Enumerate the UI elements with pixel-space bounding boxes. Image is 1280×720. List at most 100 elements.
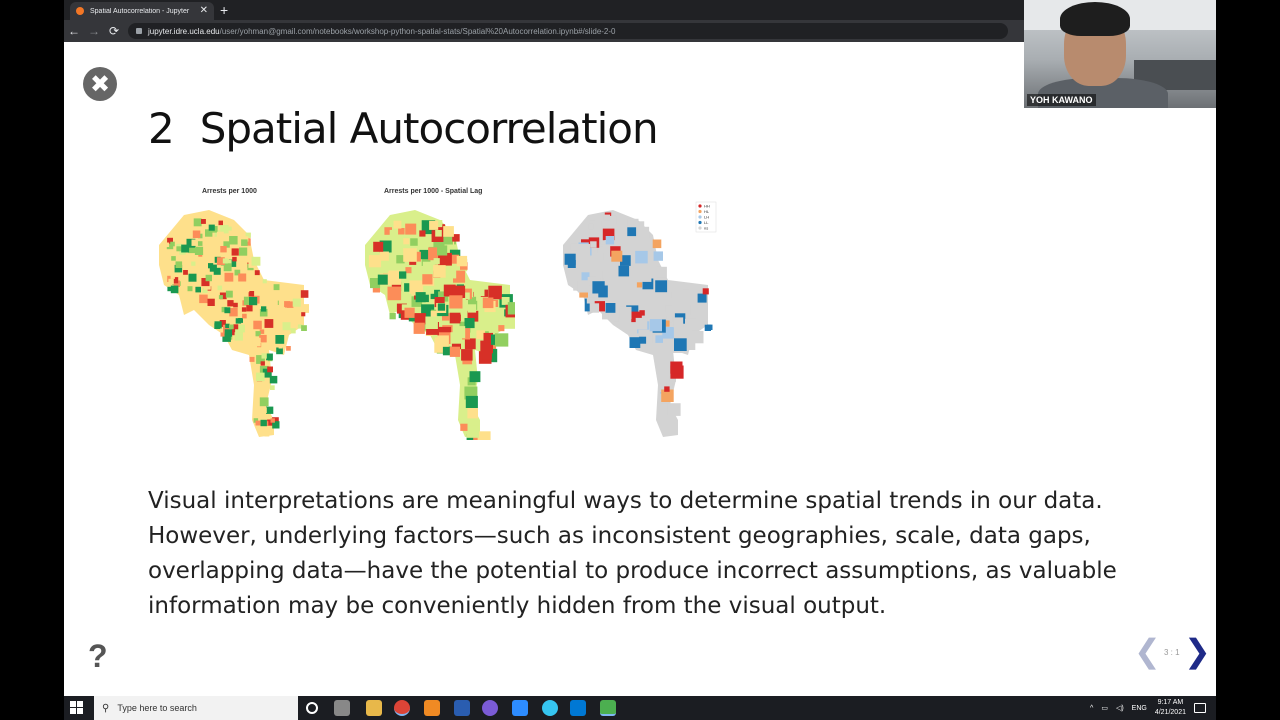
zoom-icon[interactable] xyxy=(512,700,528,716)
lisa-cell xyxy=(637,226,650,239)
map-cell xyxy=(168,278,174,285)
task-view-icon[interactable] xyxy=(334,700,350,716)
lisa-cell xyxy=(667,403,681,416)
cortana-icon[interactable] xyxy=(306,702,318,714)
tray-chevron-icon[interactable]: ^ xyxy=(1090,705,1093,712)
map-title-arrests: Arrests per 1000 xyxy=(202,188,257,195)
sublime-text-icon[interactable] xyxy=(424,700,440,716)
map-cell xyxy=(470,373,479,382)
map-cell xyxy=(208,224,215,231)
lisa-cell xyxy=(664,386,670,392)
prev-slide-button[interactable]: ❮ xyxy=(1134,632,1161,670)
obs-icon[interactable] xyxy=(482,700,498,716)
map-title-spatial-lag: Arrests per 1000 - Spatial Lag xyxy=(384,188,483,195)
map-cell xyxy=(224,272,234,282)
map-cell xyxy=(223,263,232,272)
map-cell xyxy=(242,313,247,319)
map-cell xyxy=(377,274,388,285)
map-cell xyxy=(241,283,250,293)
volume-icon[interactable]: ◁) xyxy=(1116,704,1124,712)
map-cell xyxy=(270,418,275,423)
map-cell xyxy=(405,223,417,235)
map-cell xyxy=(413,322,425,334)
lisa-cell xyxy=(618,265,630,277)
map-cell xyxy=(231,248,239,256)
lisa-cell xyxy=(652,239,662,249)
map-cell xyxy=(176,246,182,252)
close-tab-icon[interactable]: ✕ xyxy=(200,6,208,16)
map-cell xyxy=(460,423,468,431)
map-cell xyxy=(449,346,460,357)
map-cell xyxy=(251,256,261,266)
search-icon: ⚲ xyxy=(102,702,110,714)
terminal-icon[interactable] xyxy=(600,700,616,716)
map-cell xyxy=(175,261,183,268)
map-cell xyxy=(181,244,190,253)
map-cell xyxy=(433,265,446,278)
map-cell xyxy=(249,356,255,362)
map-cell xyxy=(235,318,242,324)
help-icon[interactable]: ? xyxy=(88,638,108,675)
windows-start-icon[interactable] xyxy=(70,701,84,715)
network-icon[interactable]: ▭ xyxy=(1101,704,1108,712)
map-cell xyxy=(214,321,222,329)
lisa-cell xyxy=(659,367,666,374)
windows-taskbar: ⚲ Type here to search ^ ▭ ◁) ENG 9:17 AM… xyxy=(64,696,1216,720)
system-tray: ^ ▭ ◁) ENG 9:17 AM 4/21/2021 xyxy=(1090,696,1206,720)
map-cell xyxy=(495,333,509,347)
map-cell xyxy=(269,375,278,384)
back-button[interactable]: ← xyxy=(64,24,84,38)
map-cell xyxy=(454,314,461,322)
input-language[interactable]: ENG xyxy=(1132,705,1147,712)
map-cell xyxy=(429,220,439,230)
map-cell xyxy=(220,332,225,337)
map-cell xyxy=(201,219,206,224)
slide-title: 2 Spatial Autocorrelation xyxy=(148,104,659,153)
map-cell xyxy=(253,320,262,330)
slide-title-text: Spatial Autocorrelation xyxy=(199,104,659,153)
map-cell xyxy=(182,275,187,280)
map-cell xyxy=(246,305,253,312)
browser-tab[interactable]: Spatial Autocorrelation - Jupyter ✕ xyxy=(70,2,214,20)
map-cell xyxy=(276,347,283,355)
map-cell xyxy=(443,226,454,237)
map-cell xyxy=(195,286,201,293)
slack-icon[interactable] xyxy=(542,700,558,716)
map-cell xyxy=(437,245,448,256)
lisa-cell xyxy=(655,335,663,343)
map-cell xyxy=(302,304,309,313)
lisa-cell xyxy=(682,282,690,290)
map-cell xyxy=(393,220,402,229)
lisa-legend: HHHLLHLLns xyxy=(695,201,717,233)
notifications-icon[interactable] xyxy=(1194,703,1206,713)
forward-button[interactable]: → xyxy=(84,24,104,38)
map-cell xyxy=(300,290,309,298)
map-cell xyxy=(503,316,515,329)
map-cell xyxy=(273,284,280,291)
chrome-icon[interactable] xyxy=(394,700,410,716)
lisa-cell xyxy=(603,214,610,221)
presenter-hair xyxy=(1060,2,1130,36)
reload-button[interactable]: ⟳ xyxy=(104,24,124,38)
clock-time: 9:17 AM xyxy=(1157,699,1184,706)
map-cell xyxy=(259,397,269,407)
map-cell xyxy=(398,228,405,235)
map-cell xyxy=(284,303,289,308)
map-cell xyxy=(466,425,480,438)
map-cell xyxy=(193,218,202,227)
file-explorer-icon[interactable] xyxy=(366,700,382,716)
url-bar[interactable]: jupyter.idre.ucla.edu /user/yohman@gmail… xyxy=(128,23,1008,39)
map-cell xyxy=(456,255,468,267)
taskbar-search-box[interactable]: ⚲ Type here to search xyxy=(94,696,298,720)
next-slide-button[interactable]: ❯ xyxy=(1184,632,1211,670)
close-slideshow-button[interactable]: ✖ xyxy=(83,67,117,101)
map-cell xyxy=(227,226,232,231)
legend-swatch-ns xyxy=(698,226,702,230)
new-tab-button[interactable]: + xyxy=(220,2,228,18)
clock[interactable]: 9:17 AM 4/21/2021 xyxy=(1155,698,1186,718)
legend-label-ns: ns xyxy=(704,226,708,231)
vscode-icon[interactable] xyxy=(570,700,586,716)
map-cell xyxy=(450,332,462,344)
app-icon[interactable] xyxy=(454,700,470,716)
lisa-cell xyxy=(576,244,591,258)
